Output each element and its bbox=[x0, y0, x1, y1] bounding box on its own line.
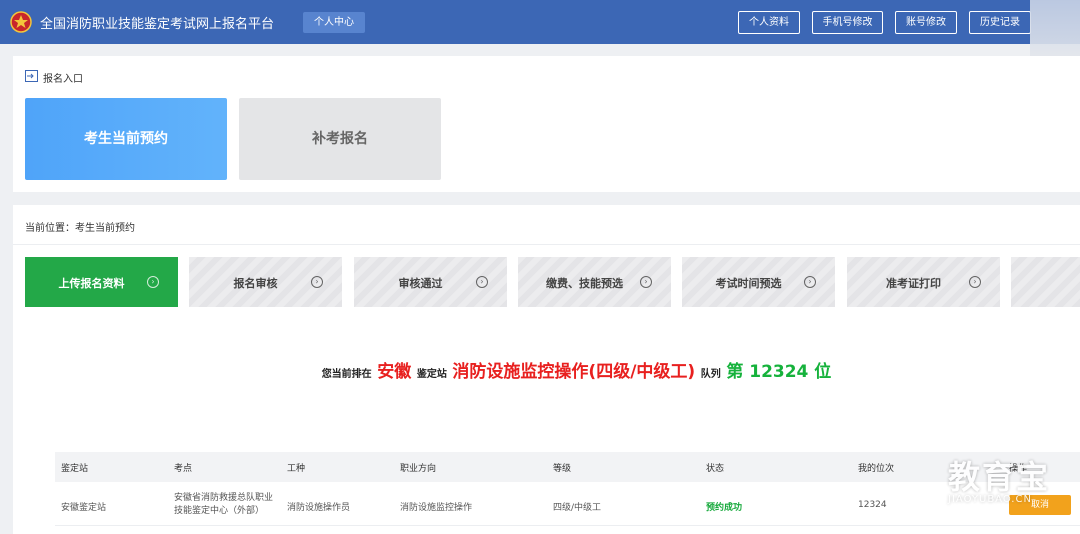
queue-status-message: 您当前排在 安徽 鉴定站 消防设施监控操作(四级/中级工) 队列 第 12324… bbox=[13, 357, 1080, 382]
chevron-right-icon: › bbox=[311, 276, 323, 288]
queue-province: 安徽 bbox=[377, 362, 412, 382]
step-payment-preselect[interactable]: 缴费、技能预选 › bbox=[518, 257, 671, 307]
top-header: 全国消防职业技能鉴定考试网上报名平台 个人中心 个人资料 手机号修改 账号修改 … bbox=[0, 0, 1080, 44]
cell-level: 四级/中级工 bbox=[553, 503, 602, 513]
watermark-cn: 教育宝 bbox=[948, 458, 1051, 496]
col-level: 等级 bbox=[553, 464, 572, 474]
step-result[interactable]: 成 bbox=[1011, 257, 1080, 307]
col-status: 状态 bbox=[706, 464, 725, 474]
chevron-right-icon: › bbox=[804, 276, 816, 288]
history-button[interactable]: 历史记录 bbox=[969, 11, 1031, 34]
divider bbox=[13, 244, 1080, 245]
step-admission-ticket-print[interactable]: 准考证打印 › bbox=[847, 257, 1000, 307]
step-exam-time-preselect[interactable]: 考试时间预选 › bbox=[682, 257, 835, 307]
col-rank: 我的位次 bbox=[858, 464, 895, 474]
cell-job: 消防设施操作员 bbox=[287, 503, 351, 513]
col-station: 鉴定站 bbox=[61, 464, 89, 474]
profile-button[interactable]: 个人资料 bbox=[738, 11, 800, 34]
account-change-button[interactable]: 账号修改 bbox=[895, 11, 957, 34]
personal-center-button[interactable]: 个人中心 bbox=[303, 12, 365, 33]
chevron-right-icon: › bbox=[147, 276, 159, 288]
current-appointment-card[interactable]: 考生当前预约 bbox=[25, 98, 227, 180]
registration-entry-panel: 报名入口 考生当前预约 补考报名 bbox=[13, 56, 1080, 192]
queue-rank: 第 12324 位 bbox=[726, 362, 832, 382]
queue-prefix: 您当前排在 bbox=[321, 369, 372, 380]
phone-change-button[interactable]: 手机号修改 bbox=[812, 11, 883, 34]
makeup-registration-card[interactable]: 补考报名 bbox=[239, 98, 441, 180]
col-site: 考点 bbox=[174, 464, 193, 474]
step-review[interactable]: 报名审核 › bbox=[189, 257, 342, 307]
step-upload-materials[interactable]: 上传报名资料 › bbox=[25, 257, 178, 307]
entry-icon bbox=[25, 70, 38, 82]
table-row: 安徽鉴定站 安徽省消防救援总队职业技能鉴定中心（外部） 消防设施操作员 消防设施… bbox=[55, 484, 1080, 526]
main-panel: 当前位置：考生当前预约 上传报名资料 › 报名审核 › 审核通过 › 缴费、技能… bbox=[13, 205, 1080, 534]
watermark: 教育宝 JIAOYUBAO.CN bbox=[948, 460, 1058, 505]
cell-station: 安徽鉴定站 bbox=[61, 503, 107, 513]
queue-label: 队列 bbox=[700, 369, 721, 380]
col-job: 工种 bbox=[287, 464, 306, 474]
blurred-overlay bbox=[1030, 0, 1080, 58]
col-direction: 职业方向 bbox=[400, 464, 437, 474]
cell-site: 安徽省消防救援总队职业技能鉴定中心（外部） bbox=[174, 493, 274, 516]
queue-occupation: 消防设施监控操作(四级/中级工) bbox=[452, 362, 696, 382]
fire-rescue-emblem-icon bbox=[10, 11, 32, 33]
chevron-right-icon: › bbox=[969, 276, 981, 288]
cell-direction: 消防设施监控操作 bbox=[400, 503, 473, 513]
breadcrumb: 当前位置：考生当前预约 bbox=[25, 223, 135, 234]
cell-rank: 12324 bbox=[858, 500, 887, 510]
cell-status: 预约成功 bbox=[706, 503, 743, 513]
step-label: 成 bbox=[1029, 275, 1080, 291]
chevron-right-icon: › bbox=[640, 276, 652, 288]
step-approved[interactable]: 审核通过 › bbox=[354, 257, 507, 307]
entry-title: 报名入口 bbox=[43, 74, 83, 85]
table-header: 鉴定站 考点 工种 职业方向 等级 状态 我的位次 操作 bbox=[55, 452, 1080, 482]
chevron-right-icon: › bbox=[476, 276, 488, 288]
site-title: 全国消防职业技能鉴定考试网上报名平台 bbox=[40, 17, 275, 32]
queue-station-label: 鉴定站 bbox=[416, 369, 447, 380]
